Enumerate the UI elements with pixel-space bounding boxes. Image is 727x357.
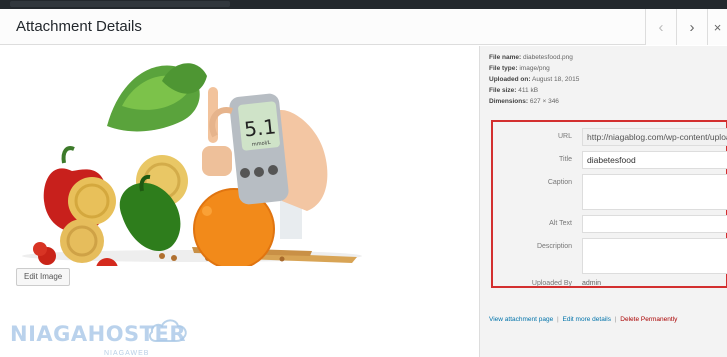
caption-textarea[interactable]	[582, 174, 727, 210]
attachment-preview-image: 5.1 mmol/L	[22, 63, 362, 266]
close-modal-button[interactable]: ×	[707, 9, 727, 45]
uploaded-by-label: Uploaded By	[531, 280, 572, 287]
file-type-value: image/png	[519, 65, 550, 72]
attachment-actions: View attachment page | Edit more details…	[489, 316, 677, 323]
alt-text-label: Alt Text	[549, 220, 572, 227]
description-textarea[interactable]	[582, 238, 727, 274]
close-icon: ×	[713, 19, 722, 35]
dimensions-label: Dimensions:	[489, 98, 529, 105]
admin-top-bar	[0, 0, 727, 9]
file-info: File name: diabetesfood.png File type: i…	[489, 52, 579, 107]
watermark-subtext: NIAGAWEB	[104, 350, 150, 357]
separator: |	[557, 316, 559, 323]
title-input[interactable]: diabetesfood	[582, 151, 727, 169]
delete-permanently-link[interactable]: Delete Permanently	[620, 316, 677, 323]
uploaded-by-value: admin	[582, 280, 602, 287]
previous-attachment-button[interactable]: ‹	[645, 9, 676, 45]
admin-bar-items	[10, 1, 230, 7]
description-label: Description	[536, 243, 572, 250]
file-name-label: File name:	[489, 54, 522, 61]
chevron-left-icon: ‹	[658, 18, 664, 36]
file-size-value: 411 kB	[518, 87, 539, 94]
edit-more-details-link[interactable]: Edit more details	[563, 316, 611, 323]
dimensions-value: 627 × 346	[529, 98, 559, 105]
file-size-row: File size: 411 kB	[489, 85, 579, 96]
separator: |	[614, 316, 617, 323]
url-label: URL	[557, 133, 572, 140]
caption-label: Caption	[547, 179, 572, 186]
file-name-row: File name: diabetesfood.png	[489, 52, 579, 63]
modal-header: Attachment Details ‹ › ×	[0, 9, 727, 45]
file-name-value: diabetesfood.png	[522, 54, 573, 61]
glucose-reading-text: 5.1	[243, 114, 277, 141]
uploaded-on-row: Uploaded on: August 18, 2015	[489, 74, 579, 85]
edit-image-button[interactable]: Edit Image	[16, 268, 71, 286]
attachment-details-sidebar: File name: diabetesfood.png File type: i…	[479, 46, 727, 357]
file-type-row: File type: image/png	[489, 63, 579, 74]
attachment-settings-highlight: URL http://niagablog.com/wp-content/uplo…	[491, 120, 727, 288]
file-size-label: File size:	[489, 87, 517, 94]
uploaded-on-value: August 18, 2015	[531, 76, 580, 83]
title-label: Title	[559, 156, 572, 163]
image-preview-pane: 5.1 mmol/L Edit Image NIAGAHOSTER NIAGAW…	[0, 46, 479, 357]
dimensions-row: Dimensions: 627 × 346	[489, 96, 579, 107]
url-input[interactable]: http://niagablog.com/wp-content/uploa	[582, 128, 727, 146]
niagahoster-watermark: NIAGAHOSTER NIAGAWEB	[10, 312, 190, 357]
view-attachment-page-link[interactable]: View attachment page	[489, 316, 553, 323]
attachment-details-modal: Attachment Details ‹ › × 5.1 mmol/L Edit…	[0, 9, 727, 357]
watermark-text: NIAGAHOSTER	[10, 322, 187, 346]
file-type-label: File type:	[489, 65, 518, 72]
chevron-right-icon: ›	[689, 18, 695, 36]
next-attachment-button[interactable]: ›	[676, 9, 707, 45]
uploaded-on-label: Uploaded on:	[489, 76, 531, 83]
modal-title: Attachment Details	[16, 18, 142, 35]
alt-text-input[interactable]	[582, 215, 727, 233]
